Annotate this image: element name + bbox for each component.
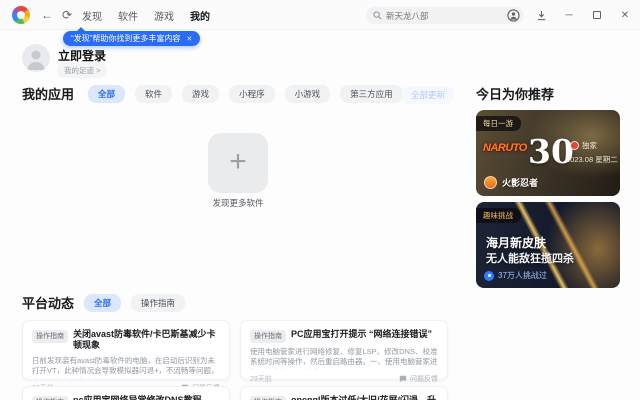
feedback-label: 问题反馈 <box>410 375 438 383</box>
update-all-button[interactable]: 全部更新 <box>401 86 454 104</box>
challenge-stat-label: 37万人挑战过 <box>498 271 547 280</box>
daily-tag: 独家 <box>570 140 597 151</box>
daily-tag-icon <box>570 141 579 150</box>
news-footer: 29天前 问题反馈 <box>250 374 438 384</box>
news-body: 使用电脑管家进行网络修复、修复LSP、修改DNS、校准系统时间等操作，然后重启路… <box>250 346 438 369</box>
news-title-text: 关闭avast防毒软件/卡巴斯基减少卡顿现象 <box>73 329 216 351</box>
news-time: 29天前 <box>250 375 272 383</box>
maximize-icon[interactable] <box>590 8 604 22</box>
daily-day-number: 30 <box>528 132 574 171</box>
challenge-line2: 无人能敌狂揽四杀 <box>486 253 574 265</box>
news-card[interactable]: 操作指南 opengl版本过低/太旧/花屏/闪退，升级显卡驱动… <box>240 386 448 400</box>
challenge-stat-icon <box>484 270 494 281</box>
daily-game-name: 火影忍者 <box>502 178 539 188</box>
news-card-title-row: 操作指南 关闭avast防毒软件/卡巴斯基减少卡顿现象 <box>32 329 220 352</box>
platform-news-title: 平台动态 <box>22 296 75 311</box>
news-card[interactable]: 操作指南 PC应用宝打开提示 “网络连接错误” 使用电脑管家进行网络修复、修复L… <box>240 320 448 383</box>
discover-tooltip: “发现”帮助你找到更多丰富内容 ✕ <box>63 27 201 46</box>
daily-game-badge: 每日一游 <box>476 116 521 131</box>
news-body: 日前发现装有avast防毒软件的电脑，在启动后识别为未打开VT，此种情况会导致模… <box>32 355 219 378</box>
nav-tabs: 发现 软件 游戏 我的 <box>82 0 210 30</box>
news-card-title-row: 操作指南 pc应用宝网络异常修改DNS教程 <box>32 395 220 400</box>
search-box[interactable] <box>366 7 524 24</box>
news-badge: 操作指南 <box>32 329 68 343</box>
challenge-card[interactable]: 趣味挑战 海月新皮肤 无人能敌狂揽四杀 37万人挑战过 <box>476 202 620 288</box>
daily-game-card[interactable]: 每日一游 NARUTO 30 独家 2023.08 星期二 火影忍者 <box>476 110 620 196</box>
filter-games[interactable]: 游戏 <box>182 84 220 103</box>
chat-icon <box>399 375 407 382</box>
my-apps-title: 我的应用 <box>22 87 75 102</box>
avatar[interactable] <box>22 44 50 72</box>
recommend-title: 今日为你推荐 <box>476 87 555 102</box>
download-manager-icon[interactable] <box>534 8 548 22</box>
search-icon <box>373 11 382 20</box>
news-badge: 操作指南 <box>250 395 286 400</box>
news-badge: 操作指南 <box>250 329 286 343</box>
app-window: ← ⟳ 发现 软件 游戏 我的 ─ ✕ “发现”帮助你找到更多丰富内容 ✕ <box>0 0 640 400</box>
feedback-link[interactable]: 问题反馈 <box>399 374 438 384</box>
minimize-icon[interactable]: ─ <box>562 8 576 22</box>
search-input[interactable] <box>386 10 506 21</box>
tab-discover[interactable]: 发现 <box>82 8 102 23</box>
refresh-icon[interactable]: ⟳ <box>58 8 76 22</box>
app-logo-icon[interactable] <box>12 6 30 24</box>
news-tab-guide[interactable]: 操作指南 <box>131 293 186 312</box>
filter-all[interactable]: 全部 <box>88 84 126 103</box>
footprint-link[interactable]: 我的足迹 > <box>57 63 108 78</box>
tab-software[interactable]: 软件 <box>118 8 138 23</box>
challenge-badge: 趣味挑战 <box>476 208 521 223</box>
titlebar-icons: ─ ✕ <box>506 0 632 30</box>
add-software-label: 发现更多软件 <box>212 198 264 208</box>
news-title-text: pc应用宝网络异常修改DNS教程 <box>73 395 202 400</box>
account-icon[interactable] <box>506 8 520 22</box>
filter-minigames[interactable]: 小游戏 <box>284 84 331 103</box>
tooltip-close-icon[interactable]: ✕ <box>186 35 192 43</box>
filter-miniprogram[interactable]: 小程序 <box>229 84 275 103</box>
plus-icon: + <box>229 144 247 178</box>
news-card[interactable]: 操作指南 关闭avast防毒软件/卡巴斯基减少卡顿现象 日前发现装有avast防… <box>22 320 230 392</box>
news-card-title-row: 操作指南 opengl版本过低/太旧/花屏/闪退，升级显卡驱动… <box>250 395 438 400</box>
titlebar: ← ⟳ 发现 软件 游戏 我的 ─ ✕ <box>0 0 640 30</box>
platform-news-header: 平台动态 全部 操作指南 <box>22 293 186 312</box>
filter-software[interactable]: 软件 <box>135 84 173 103</box>
filter-thirdparty[interactable]: 第三方应用 <box>340 84 403 103</box>
news-tab-all[interactable]: 全部 <box>84 293 122 312</box>
news-title-text: PC应用宝打开提示 “网络连接错误” <box>291 329 433 339</box>
news-card[interactable]: 操作指南 pc应用宝网络异常修改DNS教程 <box>22 386 230 400</box>
game-avatar-icon <box>484 176 497 189</box>
daily-game-row: 火影忍者 <box>484 176 538 189</box>
daily-tag-label: 独家 <box>582 141 597 150</box>
my-apps-header: 我的应用 全部 软件 游戏 小程序 小游戏 第三方应用 <box>22 84 460 103</box>
tab-mine[interactable]: 我的 <box>190 8 210 23</box>
tab-games[interactable]: 游戏 <box>154 8 174 23</box>
news-badge: 操作指南 <box>32 395 68 400</box>
news-card-title-row: 操作指南 PC应用宝打开提示 “网络连接错误” <box>250 329 438 343</box>
tooltip-text: “发现”帮助你找到更多丰富内容 <box>71 34 181 43</box>
maximize-glyph <box>593 11 601 19</box>
daily-date: 2023.08 星期二 <box>566 155 618 164</box>
back-icon[interactable]: ← <box>38 8 56 22</box>
news-title-text: opengl版本过低/太旧/花屏/闪退，升级显卡驱动… <box>291 395 436 400</box>
login-button[interactable]: 立即登录 <box>58 47 106 64</box>
close-icon[interactable]: ✕ <box>618 8 632 22</box>
challenge-stat: 37万人挑战过 <box>484 270 547 281</box>
challenge-line1: 海月新皮肤 <box>486 236 547 250</box>
naruto-logo: NARUTO <box>483 142 527 154</box>
add-software-tile[interactable]: + <box>208 133 268 193</box>
